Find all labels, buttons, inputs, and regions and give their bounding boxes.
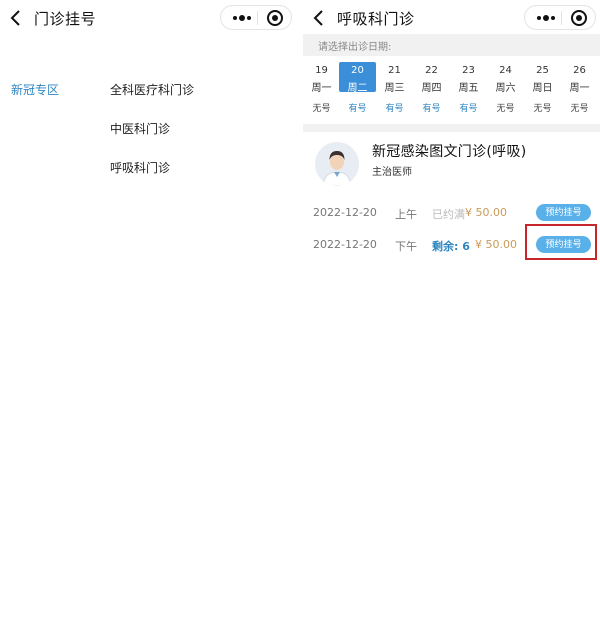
date-cell-selected: 20 周二 <box>339 62 376 94</box>
date-option-23[interactable]: 23 周五 有号 <box>450 62 487 116</box>
date-weekday: 周三 <box>384 83 405 94</box>
date-weekday: 周一 <box>569 83 590 94</box>
respiratory-clinic-screen: 呼吸科门诊 请选择出诊日期: 19 周一 无号 20 周二 有号 21 周三 有… <box>303 0 600 627</box>
date-option-22[interactable]: 22 周四 有号 <box>413 62 450 116</box>
date-option-26[interactable]: 26 周一 无号 <box>561 62 598 116</box>
clinic-item-tcm[interactable]: 中医科门诊 <box>110 120 170 137</box>
navbar: 呼吸科门诊 <box>303 0 600 36</box>
target-circle-icon[interactable] <box>266 9 284 27</box>
sidebar-item-covid-zone[interactable]: 新冠专区 <box>11 81 59 98</box>
clinic-item-respiratory[interactable]: 呼吸科门诊 <box>110 159 170 176</box>
doctor-avatar-icon <box>315 142 359 186</box>
date-day: 22 <box>425 65 438 76</box>
capsule-divider <box>257 11 258 25</box>
date-day: 23 <box>462 65 475 76</box>
date-availability: 无号 <box>570 104 589 114</box>
date-cell: 21 周三 <box>376 62 413 94</box>
slot-status: 剩余: 6 <box>432 240 470 253</box>
clinic-registration-screen: 门诊挂号 新冠专区 全科医疗科门诊 中医科门诊 呼吸科门诊 <box>0 0 300 627</box>
slot-period: 上午 <box>395 208 417 221</box>
more-dots-icon[interactable] <box>231 10 253 26</box>
date-weekday: 周五 <box>458 83 479 94</box>
date-availability: 有号 <box>422 104 441 114</box>
page-title: 门诊挂号 <box>34 10 97 28</box>
date-option-25[interactable]: 25 周日 无号 <box>524 62 561 116</box>
date-weekday: 周四 <box>421 83 442 94</box>
slot-price: ¥ 50.00 <box>465 206 507 219</box>
page-title: 呼吸科门诊 <box>337 10 415 28</box>
date-weekday: 周二 <box>347 83 368 94</box>
mini-program-capsule <box>220 5 292 30</box>
clinic-item-general[interactable]: 全科医疗科门诊 <box>110 81 194 98</box>
date-availability: 有号 <box>348 104 367 114</box>
date-cell: 25 周日 <box>524 62 561 94</box>
chevron-left-icon[interactable] <box>8 8 24 28</box>
date-hint-label: 请选择出诊日期: <box>318 42 392 53</box>
date-option-24[interactable]: 24 周六 无号 <box>487 62 524 116</box>
slot-price: ¥ 50.00 <box>475 238 517 251</box>
date-option-21[interactable]: 21 周三 有号 <box>376 62 413 116</box>
date-availability: 无号 <box>533 104 552 114</box>
date-day: 25 <box>536 65 549 76</box>
book-appointment-button[interactable]: 预约挂号 <box>536 204 591 221</box>
date-hint-bar: 请选择出诊日期: <box>303 34 600 56</box>
date-day: 21 <box>388 65 401 76</box>
slot-date: 2022-12-20 <box>313 206 377 219</box>
more-dots-icon[interactable] <box>535 10 557 26</box>
date-weekday: 周日 <box>532 83 553 94</box>
date-selector: 19 周一 无号 20 周二 有号 21 周三 有号 22 周四 有号 23 周… <box>303 62 600 116</box>
schedule-slot-morning: 2022-12-20 上午 已约满 ¥ 50.00 预约挂号 <box>303 203 600 223</box>
doctor-title: 主治医师 <box>372 167 412 178</box>
date-availability: 有号 <box>459 104 478 114</box>
capsule-divider <box>561 11 562 25</box>
book-appointment-button[interactable]: 预约挂号 <box>536 236 591 253</box>
date-day: 26 <box>573 65 586 76</box>
target-circle-icon[interactable] <box>570 9 588 27</box>
date-cell: 23 周五 <box>450 62 487 94</box>
date-day: 19 <box>315 65 328 76</box>
slot-period: 下午 <box>395 240 417 253</box>
date-weekday: 周一 <box>311 83 332 94</box>
date-availability: 无号 <box>496 104 515 114</box>
date-cell: 26 周一 <box>561 62 598 94</box>
date-option-19[interactable]: 19 周一 无号 <box>303 62 340 116</box>
date-day: 24 <box>499 65 512 76</box>
schedule-slot-afternoon: 2022-12-20 下午 剩余: 6 ¥ 50.00 预约挂号 <box>303 224 600 260</box>
chevron-left-icon[interactable] <box>311 8 327 28</box>
mini-program-capsule <box>524 5 596 30</box>
date-day: 20 <box>351 65 364 76</box>
navbar: 门诊挂号 <box>0 0 300 36</box>
date-cell: 19 周一 <box>303 62 340 94</box>
doctor-name: 新冠感染图文门诊(呼吸) <box>372 144 527 160</box>
date-cell: 22 周四 <box>413 62 450 94</box>
section-divider <box>303 124 600 132</box>
date-availability: 无号 <box>312 104 331 114</box>
date-availability: 有号 <box>385 104 404 114</box>
date-option-20[interactable]: 20 周二 有号 <box>339 62 376 116</box>
slot-date: 2022-12-20 <box>313 238 377 251</box>
date-weekday: 周六 <box>495 83 516 94</box>
slot-status: 已约满 <box>432 208 465 221</box>
date-cell: 24 周六 <box>487 62 524 94</box>
